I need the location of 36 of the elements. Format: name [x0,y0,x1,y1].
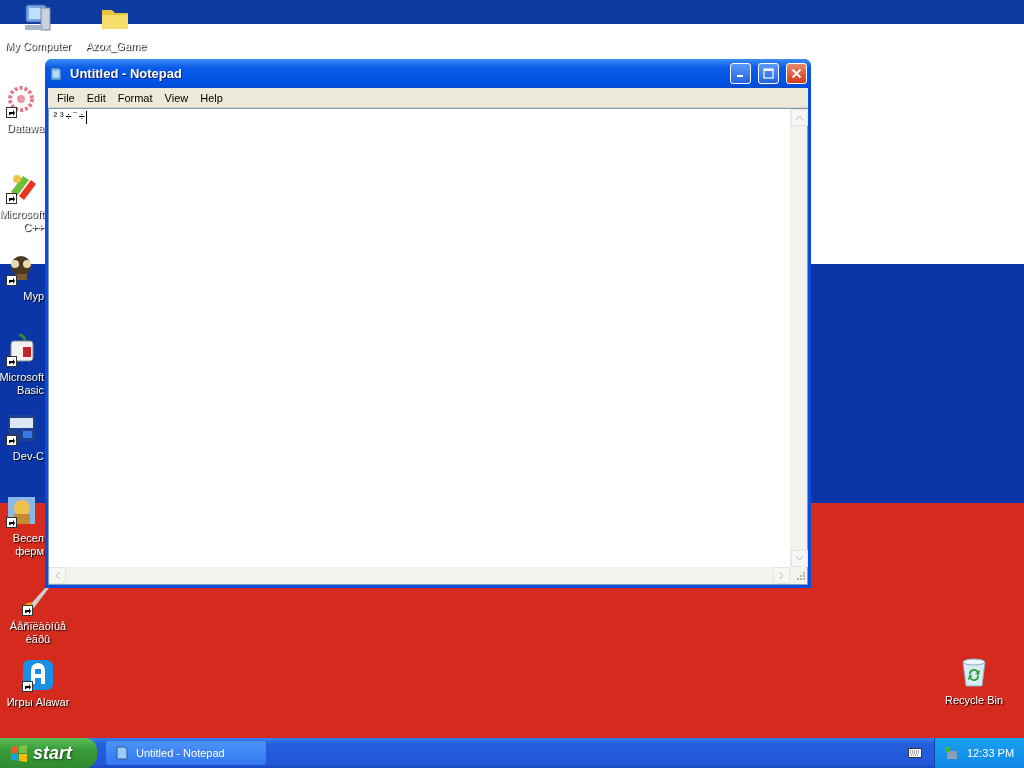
clock: 12:33 PM [967,747,1015,759]
notepad-icon [114,745,130,761]
menu-item[interactable]: Edit [80,91,112,104]
document-text: ²³÷¨÷ [52,111,85,123]
icon-label[interactable]: My Computer [5,40,71,53]
icon-label[interactable]: Microsoft [0,371,44,384]
menu-item[interactable]: Format [111,91,159,104]
windows-flag-icon [10,744,28,762]
icon-label[interactable]: èãðû [25,633,51,646]
menu-item[interactable]: View [158,91,195,104]
icon-label[interactable]: Игры Alawar [6,696,70,709]
icon-label[interactable]: Datawa [6,122,44,135]
close-button[interactable] [786,63,807,84]
icon-label[interactable]: Recycle Bin [944,694,1004,707]
keyboard-icon[interactable] [908,748,922,758]
icon-label[interactable]: Microsoft [0,208,44,221]
icon-label[interactable]: Myp [23,290,44,303]
app-icon[interactable] [21,658,55,692]
icon-label[interactable]: Azox_Game [85,40,147,53]
icon-label[interactable]: Dev-C [12,450,44,463]
icon-label[interactable]: ферм [15,545,44,558]
close-icon [791,68,802,79]
text-cursor [86,111,87,124]
menu-item[interactable]: Help [194,91,229,104]
icon-label[interactable]: C++ [23,221,44,234]
icon-label[interactable]: Basic [17,384,44,397]
minimize-button[interactable] [730,63,751,84]
maximize-icon [763,68,774,79]
maximize-button[interactable] [758,63,779,84]
taskbar-button[interactable]: Untitled - Notepad [106,741,266,765]
start-button[interactable]: start [0,738,97,768]
icon-label[interactable]: Áåñïëàòíûå [9,620,67,633]
icon-label[interactable]: Весел [12,532,44,545]
menu-item[interactable]: File [51,91,81,104]
window-title: Untitled - Notepad [70,66,183,81]
notepad-icon [48,65,64,82]
